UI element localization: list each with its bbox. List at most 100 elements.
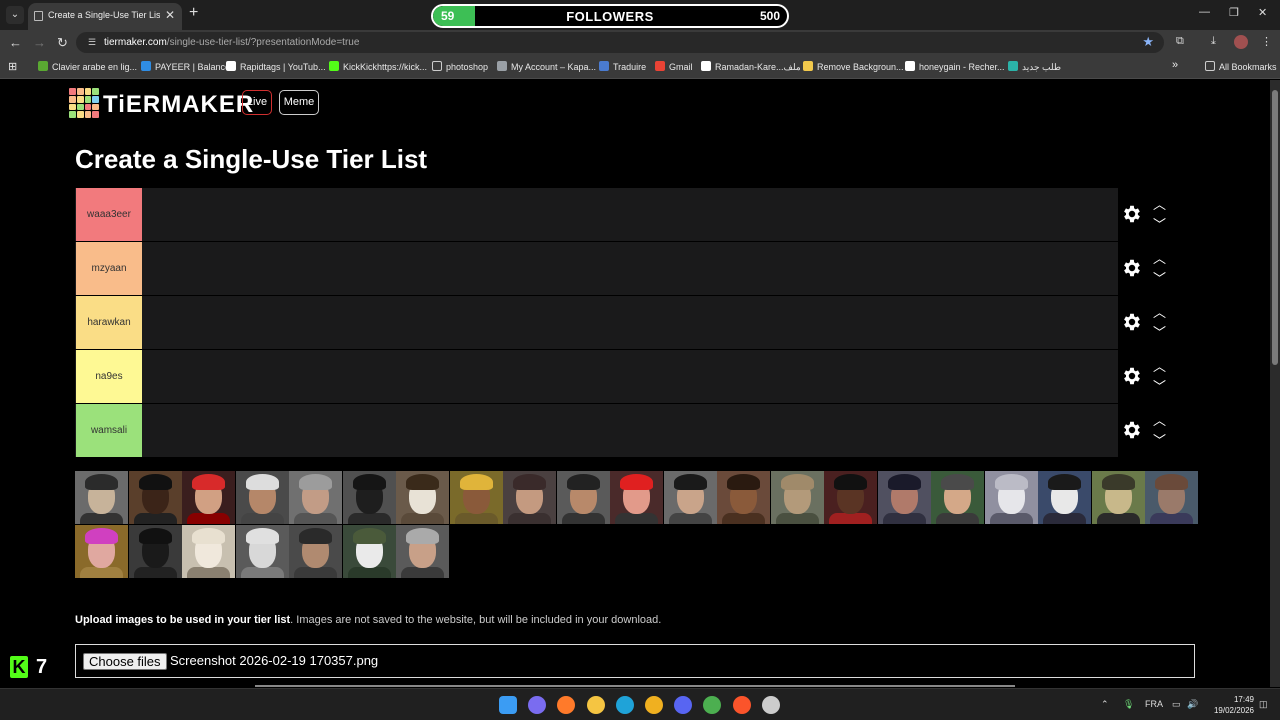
edge-icon[interactable] — [615, 696, 634, 714]
bookmark-star-icon[interactable]: ★ — [1142, 34, 1154, 50]
character-image[interactable] — [663, 471, 717, 524]
character-image[interactable] — [1145, 471, 1198, 524]
meme-button[interactable]: Meme — [279, 90, 319, 115]
character-image[interactable] — [503, 471, 556, 524]
character-image[interactable] — [342, 471, 396, 524]
copilot-icon[interactable] — [528, 696, 547, 714]
apps-grid-icon[interactable]: ⊞ — [8, 60, 17, 73]
choose-files-button[interactable]: Choose files — [83, 653, 167, 670]
brave-icon[interactable] — [732, 696, 751, 714]
windows-start-icon[interactable] — [499, 696, 517, 714]
character-image[interactable] — [128, 524, 182, 578]
tier-row[interactable]: wamsali ︿ ﹀ — [75, 404, 1166, 458]
chevron-down-icon[interactable]: ﹀ — [1153, 376, 1166, 395]
forward-icon[interactable]: → — [33, 35, 46, 50]
character-image[interactable] — [877, 471, 931, 524]
reload-icon[interactable]: ↻ — [57, 35, 68, 51]
opera-gx-icon[interactable] — [645, 696, 663, 714]
bookmark-item[interactable]: طلب جديد — [1008, 61, 1061, 73]
bookmark-item[interactable]: Rapidtags | YouTub... — [226, 61, 326, 72]
extensions-icon[interactable]: ⧉ — [1176, 35, 1184, 48]
character-image[interactable] — [235, 524, 289, 578]
system-clock[interactable]: 17:49 19/02/2026 — [1206, 694, 1254, 716]
bookmark-item[interactable]: My Account – Kapa... — [497, 61, 596, 72]
character-image[interactable] — [182, 471, 235, 524]
all-bookmarks[interactable]: All Bookmarks — [1205, 61, 1277, 72]
chrome-icon[interactable] — [703, 696, 722, 714]
tier-label[interactable]: na9es — [76, 350, 142, 403]
close-window-icon[interactable]: ✕ — [1258, 6, 1267, 19]
tier-row[interactable]: waaa3eer ︿ ﹀ — [75, 188, 1166, 242]
character-image[interactable] — [182, 524, 235, 578]
more-bookmarks-icon[interactable]: » — [1172, 59, 1178, 71]
live-button[interactable]: Live — [242, 90, 272, 115]
character-image[interactable] — [75, 524, 128, 578]
character-image[interactable] — [235, 471, 289, 524]
show-hidden-icons-icon[interactable]: ⌃ — [1101, 699, 1109, 710]
character-image[interactable] — [931, 471, 984, 524]
chevron-down-icon[interactable]: ﹀ — [1153, 322, 1166, 341]
volume-icon[interactable]: 🔊 — [1187, 699, 1198, 710]
notification-icon[interactable]: ◫ — [1259, 699, 1268, 710]
character-image[interactable] — [770, 471, 824, 524]
tier-row[interactable]: mzyaan ︿ ﹀ — [75, 242, 1166, 296]
character-image[interactable] — [717, 471, 770, 524]
character-image[interactable] — [556, 471, 610, 524]
browser-menu-icon[interactable]: ⋮ — [1261, 35, 1272, 48]
gear-icon[interactable] — [1121, 419, 1143, 441]
gear-icon[interactable] — [1121, 203, 1143, 225]
vertical-scrollbar[interactable] — [1270, 80, 1280, 687]
file-upload-field[interactable]: Choose files Screenshot 2026-02-19 17035… — [75, 644, 1195, 678]
microphone-icon[interactable]: 🎙 — [1123, 699, 1134, 710]
discord-icon[interactable] — [674, 696, 693, 714]
bookmark-item[interactable]: PAYEER | Balance — [141, 61, 230, 72]
bookmark-item[interactable]: Gmail — [655, 61, 693, 72]
character-image[interactable] — [396, 471, 449, 524]
character-image[interactable] — [75, 471, 128, 524]
character-image[interactable] — [128, 471, 182, 524]
character-image[interactable] — [289, 471, 342, 524]
firefox-icon[interactable] — [557, 696, 576, 714]
bookmark-item[interactable]: Traduire — [599, 61, 646, 72]
tab-active[interactable]: Create a Single-Use Tier List (P ✕ — [28, 3, 182, 30]
obs-icon[interactable] — [761, 696, 780, 714]
language-indicator[interactable]: FRA — [1145, 699, 1163, 709]
tier-label[interactable]: harawkan — [76, 296, 142, 349]
tier-label[interactable]: wamsali — [76, 404, 142, 457]
chevron-up-icon[interactable]: ︿ — [1153, 194, 1166, 213]
chevron-up-icon[interactable]: ︿ — [1153, 248, 1166, 267]
horizontal-scrollbar[interactable] — [255, 685, 1015, 687]
character-image[interactable] — [984, 471, 1038, 524]
character-image[interactable] — [610, 471, 663, 524]
chevron-down-icon[interactable]: ﹀ — [1153, 214, 1166, 233]
chevron-down-icon[interactable]: ﹀ — [1153, 430, 1166, 449]
scrollbar-thumb[interactable] — [1272, 90, 1278, 365]
character-image[interactable] — [289, 524, 342, 578]
chevron-up-icon[interactable]: ︿ — [1153, 302, 1166, 321]
downloads-icon[interactable]: ⤓ — [1211, 35, 1216, 48]
tier-label[interactable]: mzyaan — [76, 242, 142, 295]
chevron-down-icon[interactable]: ﹀ — [1153, 268, 1166, 287]
bookmark-item[interactable]: Remove Backgroun... — [803, 61, 904, 72]
gear-icon[interactable] — [1121, 257, 1143, 279]
file-explorer-icon[interactable] — [586, 696, 605, 714]
bookmark-item[interactable]: Ramadan-Kare...ملف — [701, 61, 801, 73]
bookmark-item[interactable]: honeygain - Recher... — [905, 61, 1005, 72]
network-icon[interactable]: ▭ — [1172, 699, 1181, 710]
minimize-icon[interactable]: — — [1199, 6, 1210, 18]
tier-row[interactable]: harawkan ︿ ﹀ — [75, 296, 1166, 350]
maximize-icon[interactable]: ❐ — [1229, 6, 1239, 19]
bookmark-item[interactable]: Clavier arabe en lig... — [38, 61, 137, 72]
bookmark-item[interactable]: photoshop — [432, 61, 488, 72]
chevron-up-icon[interactable]: ︿ — [1153, 410, 1166, 429]
back-icon[interactable]: ← — [9, 35, 22, 50]
character-image[interactable] — [1091, 471, 1145, 524]
chevron-up-icon[interactable]: ︿ — [1153, 356, 1166, 375]
character-image[interactable] — [396, 524, 449, 578]
tier-row[interactable]: na9es ︿ ﹀ — [75, 350, 1166, 404]
gear-icon[interactable] — [1121, 365, 1143, 387]
character-image[interactable] — [449, 471, 503, 524]
character-image[interactable] — [824, 471, 877, 524]
character-image[interactable] — [342, 524, 396, 578]
tab-close-icon[interactable]: ✕ — [165, 8, 175, 22]
